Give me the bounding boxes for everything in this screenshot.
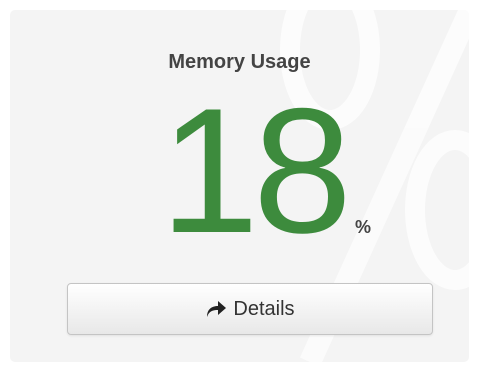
share-arrow-icon (207, 301, 227, 317)
details-button-label: Details (233, 297, 295, 320)
details-button[interactable]: Details (67, 283, 433, 335)
usage-unit: % (355, 217, 372, 237)
memory-usage-tile: Memory Usage 18 % Details (10, 10, 469, 362)
usage-value: 18 (160, 71, 352, 270)
